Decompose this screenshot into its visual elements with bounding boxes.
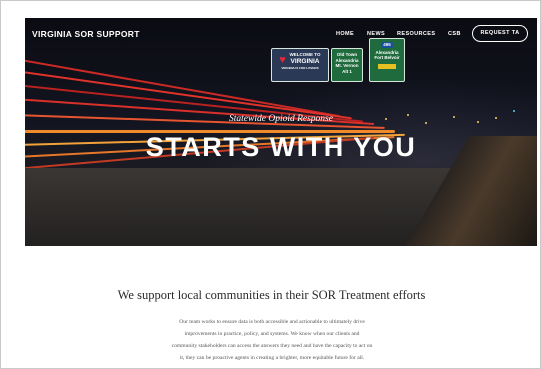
exit-sign-line: Mt. Vernon [335, 63, 359, 68]
hero-eyebrow: Statewide Opioid Response [229, 114, 333, 124]
welcome-sign: ♥ WELCOME TO VIRGINIA VIRGINIA IS FOR LO… [271, 48, 329, 82]
heart-icon: ♥ [279, 54, 286, 66]
city-light [513, 110, 515, 112]
nav-news[interactable]: NEWS [367, 31, 385, 37]
body-line: it, they can be proactive agents in crea… [179, 355, 365, 361]
exit-sign-line: Alt 1 [342, 68, 352, 74]
exit-arrow-panel [378, 63, 396, 69]
hero-headline: STARTS WITH YOU [145, 132, 417, 162]
nav-home[interactable]: HOME [336, 31, 354, 37]
site-brand[interactable]: VIRGINIA SOR SUPPORT [32, 29, 140, 39]
body-line: improvements in practice, policy, and sy… [184, 331, 360, 337]
hero-banner: ♥ WELCOME TO VIRGINIA VIRGINIA IS FOR LO… [25, 18, 537, 246]
body-line: community stakeholders can access the an… [171, 343, 373, 349]
exit-sign-alexandria: Old Town Alexandria Mt. Vernon Alt 1 [331, 48, 363, 82]
nav-resources[interactable]: RESOURCES [397, 31, 435, 37]
welcome-sign-slogan: VIRGINIA IS FOR LOVERS [281, 65, 319, 70]
section-title: We support local communities in their SO… [117, 288, 426, 302]
section-body: Our team works to ensure data is both ac… [141, 316, 403, 364]
exit-sign-line: Fort Belvoir [374, 55, 400, 60]
exit-sign-fort-belvoir: 495 Alexandria Fort Belvoir [369, 38, 405, 82]
browser-viewport: ♥ WELCOME TO VIRGINIA VIRGINIA IS FOR LO… [0, 0, 541, 369]
interstate-shield-icon: 495 [381, 42, 393, 48]
body-line: Our team works to ensure data is both ac… [179, 319, 365, 325]
nav-csb[interactable]: CSB [448, 31, 461, 37]
request-ta-button[interactable]: REQUEST TA [472, 25, 528, 42]
